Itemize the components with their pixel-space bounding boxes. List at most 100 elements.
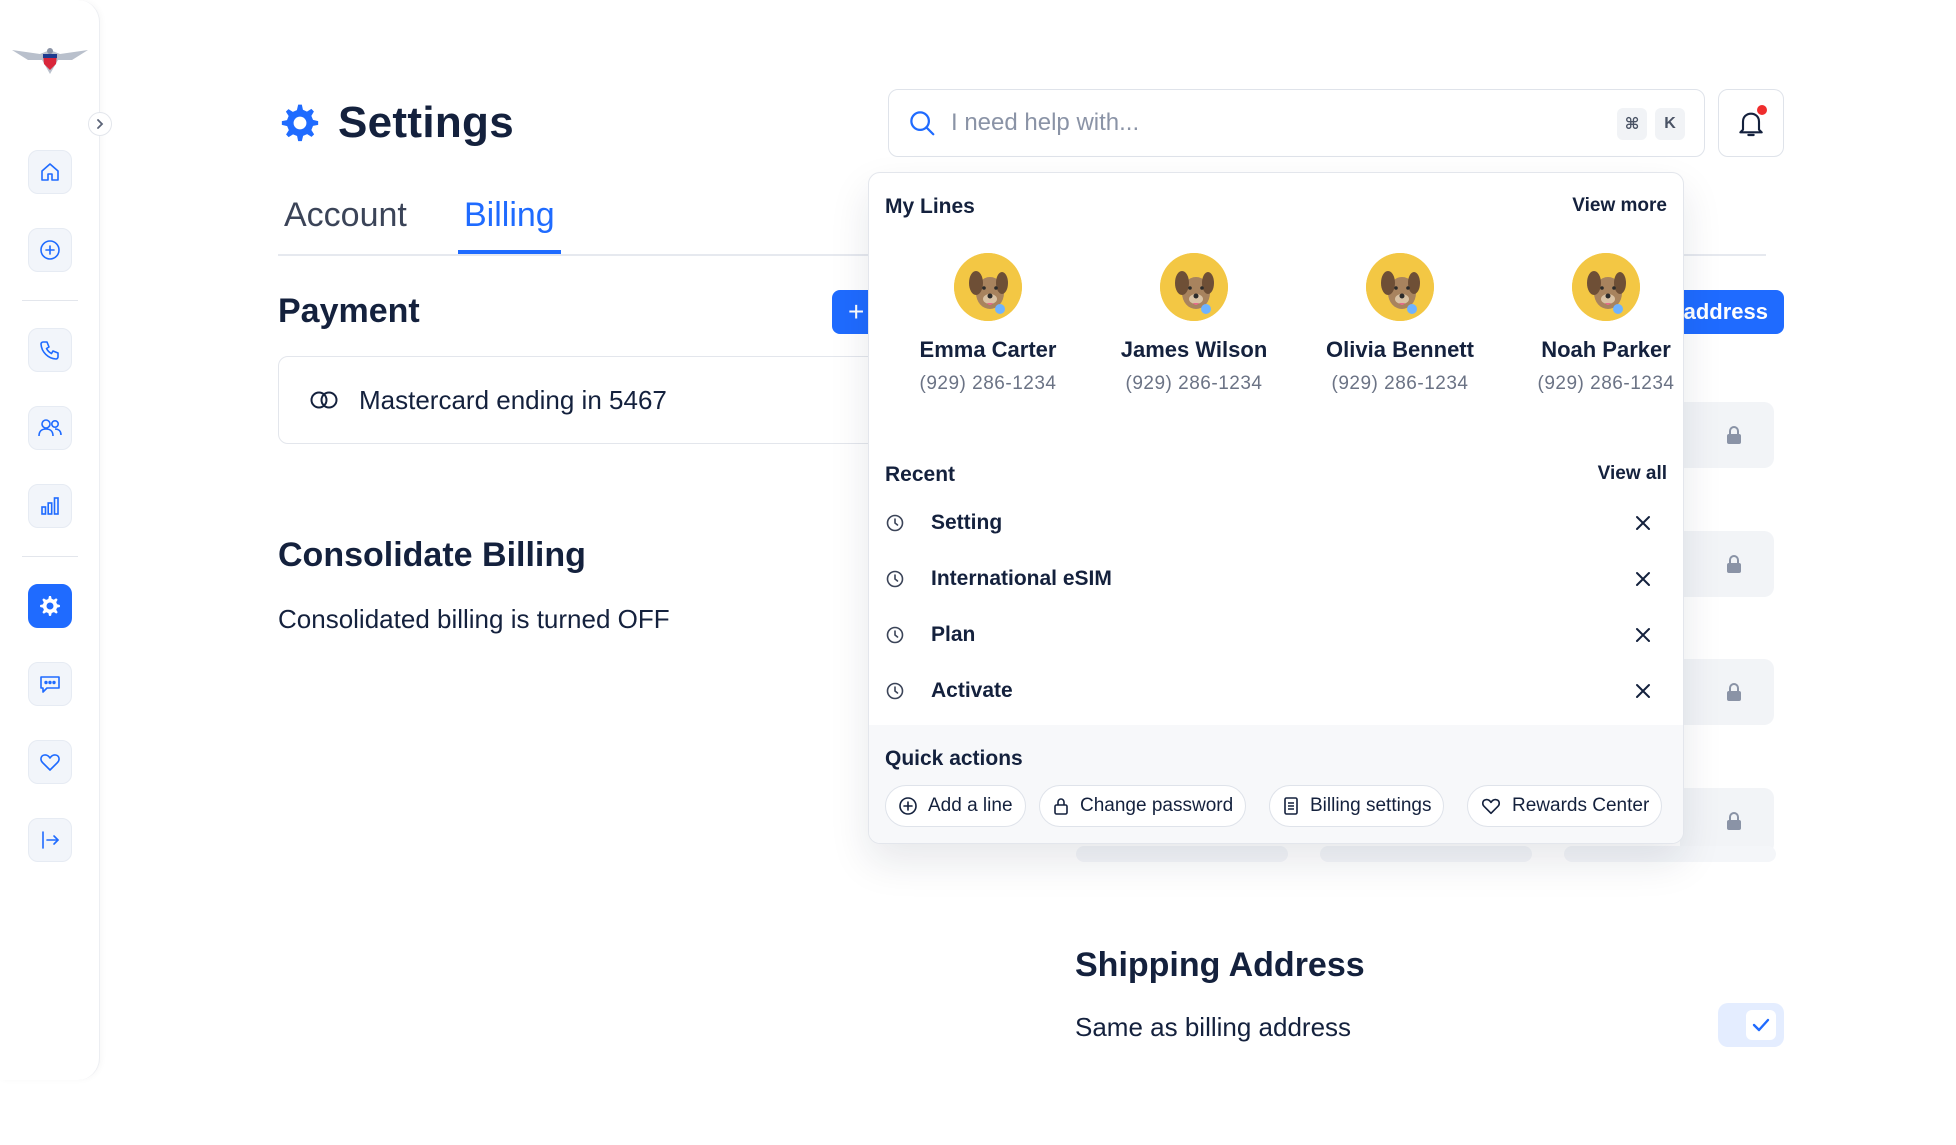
dog-avatar-icon — [1160, 253, 1228, 321]
quick-action-label: Add a line — [928, 795, 1013, 816]
line-card[interactable]: Noah Parker (929) 286-1234 — [1503, 253, 1683, 395]
ghost-field — [1320, 846, 1532, 862]
search-bar[interactable]: ⌘ K — [888, 89, 1705, 157]
line-name: Noah Parker — [1541, 337, 1671, 362]
line-phone: (929) 286-1234 — [919, 373, 1057, 394]
sidebar-item-home[interactable] — [28, 150, 72, 194]
quick-action-label: Change password — [1080, 795, 1234, 816]
clock-icon — [886, 626, 904, 644]
recent-item[interactable]: International eSIM — [885, 559, 1669, 599]
lock-icon — [1727, 426, 1741, 444]
payment-card-row[interactable]: Mastercard ending in 5467 — [278, 356, 898, 444]
search-icon — [910, 111, 935, 136]
line-name: Olivia Bennett — [1326, 337, 1474, 362]
notification-dot — [1757, 105, 1767, 115]
recent-label: International eSIM — [931, 567, 1112, 590]
quick-action-label: Billing settings — [1310, 795, 1432, 816]
recent-item[interactable]: Plan — [885, 615, 1669, 655]
bar-chart-icon — [41, 497, 59, 515]
recent-label: Activate — [931, 679, 1013, 702]
clock-icon — [886, 514, 904, 532]
users-icon — [38, 419, 62, 437]
recent-item[interactable]: Setting — [885, 503, 1669, 543]
quick-action-label: Rewards Center — [1512, 795, 1650, 816]
home-icon — [41, 163, 59, 181]
sidebar-item-add[interactable] — [28, 228, 72, 272]
quick-action-add-line[interactable]: Add a line — [885, 785, 1026, 827]
my-lines-title: My Lines — [885, 195, 975, 218]
line-card[interactable]: Emma Carter (929) 286-1234 — [885, 253, 1091, 395]
nav-divider — [22, 300, 78, 301]
lock-icon — [1727, 683, 1741, 701]
clock-icon — [886, 570, 904, 588]
recent-title: Recent — [885, 463, 956, 486]
close-icon[interactable] — [1631, 511, 1655, 535]
sidebar-item-rewards[interactable] — [28, 740, 72, 784]
gear-icon — [281, 104, 319, 142]
heart-icon — [40, 754, 60, 771]
logout-icon — [42, 831, 59, 849]
line-name: Emma Carter — [919, 337, 1057, 362]
page-title: Settings — [338, 98, 514, 147]
lock-icon — [1727, 555, 1741, 573]
payment-title: Payment — [278, 292, 420, 330]
nav-divider — [22, 556, 78, 557]
close-icon[interactable] — [1631, 679, 1655, 703]
quick-actions-title: Quick actions — [885, 747, 1023, 770]
close-icon[interactable] — [1631, 567, 1655, 591]
sidebar-item-calls[interactable] — [28, 328, 72, 372]
consolidate-status: Consolidated billing is turned OFF — [278, 604, 670, 634]
clock-icon — [886, 682, 904, 700]
shortcut-cmd-key: ⌘ — [1617, 108, 1647, 140]
gear-icon — [40, 596, 60, 616]
plus-circle-icon — [899, 797, 917, 815]
quick-action-change-password[interactable]: Change password — [1039, 785, 1247, 827]
sidebar-item-users[interactable] — [28, 406, 72, 450]
sidebar-item-settings[interactable] — [28, 584, 72, 628]
search-dropdown: My Lines View more Emma Carter (929) 286… — [868, 172, 1684, 844]
locked-field — [1680, 402, 1774, 468]
lock-icon — [1054, 798, 1068, 815]
close-icon[interactable] — [1631, 623, 1655, 647]
line-phone: (929) 286-1234 — [1125, 373, 1263, 394]
chevron-right-icon — [97, 119, 104, 129]
ghost-field — [1564, 846, 1776, 862]
quick-action-rewards-center[interactable]: Rewards Center — [1467, 785, 1663, 827]
tab-account[interactable]: Account — [278, 196, 413, 254]
consolidate-title: Consolidate Billing — [278, 536, 586, 574]
eagle-logo-icon[interactable] — [10, 38, 90, 78]
checkbox-box — [1746, 1010, 1776, 1040]
view-all-link[interactable]: View all — [1598, 463, 1667, 485]
recent-label: Setting — [931, 511, 1003, 534]
line-card[interactable]: James Wilson (929) 286-1234 — [1091, 253, 1297, 395]
quick-action-billing-settings[interactable]: Billing settings — [1269, 785, 1445, 827]
recent-label: Plan — [931, 623, 976, 646]
line-phone: (929) 286-1234 — [1537, 373, 1675, 394]
sidebar-item-messages[interactable] — [28, 662, 72, 706]
tab-billing[interactable]: Billing — [458, 196, 561, 254]
sidebar-item-usage[interactable] — [28, 484, 72, 528]
notifications-button[interactable] — [1718, 89, 1784, 157]
search-input[interactable] — [951, 109, 1591, 137]
shipping-title: Shipping Address — [1075, 946, 1365, 984]
checkmark-icon — [1752, 1018, 1770, 1032]
ghost-field — [1076, 846, 1288, 862]
locked-field — [1680, 531, 1774, 597]
view-more-link[interactable]: View more — [1572, 195, 1667, 217]
sidebar-collapse-button[interactable] — [88, 112, 112, 136]
same-as-billing-checkbox[interactable] — [1718, 1003, 1784, 1047]
sidebar — [0, 0, 112, 1080]
lock-icon — [1727, 812, 1741, 830]
dog-avatar-icon — [1366, 253, 1434, 321]
shortcut-k-key: K — [1655, 108, 1685, 140]
chat-icon — [40, 676, 60, 693]
shipping-same-label: Same as billing address — [1075, 1012, 1352, 1042]
document-icon — [1284, 797, 1298, 815]
line-card[interactable]: Olivia Bennett (929) 286-1234 — [1297, 253, 1503, 395]
locked-field — [1680, 659, 1774, 725]
plus-circle-icon — [40, 240, 60, 260]
dog-avatar-icon — [954, 253, 1022, 321]
recent-item[interactable]: Activate — [885, 671, 1669, 711]
heart-icon — [1481, 798, 1501, 815]
sidebar-item-logout[interactable] — [28, 818, 72, 862]
